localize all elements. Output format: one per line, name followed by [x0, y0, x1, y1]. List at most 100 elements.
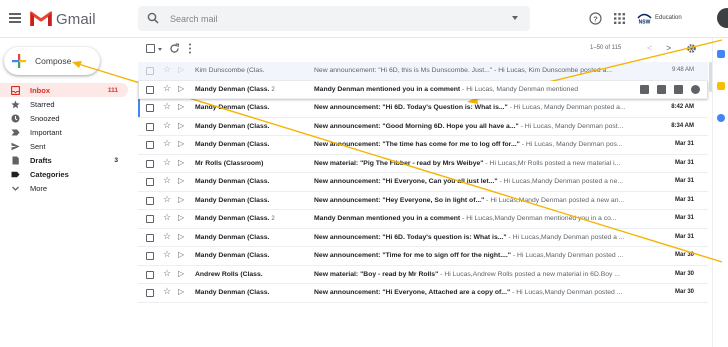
star-icon[interactable]: ☆	[163, 83, 171, 93]
older-page-button[interactable]: >	[666, 43, 671, 53]
important-marker-icon[interactable]: ▷	[178, 140, 184, 148]
email-row[interactable]: ☆ ▷ Mandy Denman (Class. New announcement: …	[138, 191, 708, 210]
sidebar-item-more[interactable]: More	[0, 181, 128, 195]
email-row[interactable]: ☆ ▷ Mandy Denman (Class. New announcement: …	[138, 117, 708, 136]
email-row[interactable]: ☆ ▷ Mandy Denman (Class. New announcement: …	[138, 228, 708, 247]
settings-gear-icon[interactable]	[686, 43, 697, 54]
important-marker-icon[interactable]: ▷	[178, 66, 184, 74]
more-options-icon[interactable]	[188, 43, 192, 54]
sidebar-item-snoozed[interactable]: Snoozed	[0, 111, 128, 125]
row-checkbox[interactable]	[146, 233, 154, 242]
tasks-icon[interactable]	[717, 114, 725, 122]
star-icon[interactable]: ☆	[163, 157, 171, 167]
sidebar-item-important[interactable]: Important	[0, 125, 128, 139]
email-row[interactable]: ☆ ▷ Mandy Denman (Class. New announcement: …	[138, 136, 708, 155]
search-options-icon[interactable]	[512, 16, 518, 20]
important-marker-icon[interactable]: ▷	[178, 121, 184, 130]
row-checkbox[interactable]	[146, 252, 154, 260]
row-checkbox[interactable]	[146, 67, 154, 75]
important-marker-icon[interactable]: ▷	[178, 214, 184, 222]
sidebar-item-sent[interactable]: Sent	[0, 139, 128, 153]
inbox-icon	[11, 85, 20, 95]
email-row[interactable]: ☆ ▷ Mandy Denman (Class. 2 Mandy Denman ment…	[138, 210, 708, 229]
row-checkbox[interactable]	[146, 141, 154, 149]
row-checkbox[interactable]	[146, 104, 154, 112]
email-snippet: - Hi Lucas, Mandy Denman posted a...	[507, 104, 626, 111]
important-marker-icon[interactable]: ▷	[178, 84, 184, 93]
email-row[interactable]: ☆ ▷ Mr Rolls (Classroom) New material: "Pig…	[138, 154, 708, 173]
snooze-icon[interactable]	[691, 84, 700, 94]
star-icon[interactable]: ☆	[163, 65, 171, 74]
important-marker-icon[interactable]: ▷	[178, 269, 184, 278]
star-icon[interactable]: ☆	[163, 194, 171, 204]
delete-icon[interactable]	[657, 84, 666, 94]
sidebar-item-label: Inbox	[30, 85, 50, 95]
svg-text:?: ?	[593, 14, 598, 23]
select-all-checkbox[interactable]	[146, 44, 155, 53]
sidebar-item-starred[interactable]: Starred	[0, 97, 128, 111]
important-marker-icon[interactable]: ▷	[178, 158, 184, 167]
important-marker-icon[interactable]: ▷	[178, 103, 184, 111]
draft-icon	[12, 156, 19, 164]
apps-grid-icon[interactable]	[614, 13, 625, 24]
search-input[interactable]	[170, 10, 490, 27]
email-date: 9:48 AM	[671, 67, 694, 73]
important-marker-icon[interactable]: ▷	[178, 288, 184, 296]
row-checkbox[interactable]	[146, 178, 154, 186]
email-sender: Mandy Denman (Class. 2	[195, 215, 295, 222]
important-marker-icon[interactable]: ▷	[178, 177, 184, 185]
star-icon[interactable]: ☆	[163, 250, 171, 259]
star-icon[interactable]: ☆	[163, 139, 171, 148]
sender-name: Mandy Denman (Class.	[195, 196, 270, 204]
email-row[interactable]: ☆ ▷ Kim Dunscombe (Clas. New announcement: …	[138, 62, 708, 81]
newer-page-button[interactable]: <	[647, 43, 652, 53]
search-icon[interactable]	[147, 12, 159, 24]
row-checkbox[interactable]	[146, 196, 154, 205]
compose-button[interactable]: Compose	[4, 47, 100, 75]
archive-icon[interactable]	[640, 84, 649, 94]
email-date: 8:42 AM	[671, 104, 694, 110]
calendar-icon[interactable]	[717, 50, 725, 58]
email-sender: Mandy Denman (Class.	[195, 104, 295, 111]
row-checkbox[interactable]	[146, 215, 154, 223]
important-marker-icon[interactable]: ▷	[178, 251, 184, 259]
row-checkbox[interactable]	[146, 270, 154, 279]
mark-read-icon[interactable]	[674, 84, 683, 94]
email-row[interactable]: ☆ ▷ Mandy Denman (Class. New announcement: …	[138, 247, 708, 266]
sidebar-nav: Inbox 111 Starred Snoozed Important Sent Draft…	[0, 83, 130, 195]
sender-name: Mandy Denman (Class.	[195, 104, 270, 111]
star-icon[interactable]: ☆	[163, 287, 171, 296]
star-icon[interactable]: ☆	[163, 102, 171, 111]
row-checkbox[interactable]	[146, 289, 154, 297]
star-icon[interactable]: ☆	[163, 213, 171, 222]
important-marker-icon[interactable]: ▷	[178, 195, 184, 204]
account-avatar[interactable]	[717, 8, 728, 28]
gmail-m-icon	[30, 11, 52, 26]
email-sender: Mandy Denman (Class.	[195, 234, 295, 241]
star-icon[interactable]: ☆	[163, 268, 171, 278]
email-row[interactable]: ☆ ▷ Mandy Denman (Class. New announcement: …	[138, 173, 708, 192]
row-checkbox[interactable]	[146, 159, 154, 168]
sidebar-item-inbox[interactable]: Inbox 111	[0, 83, 128, 97]
star-icon[interactable]: ☆	[163, 231, 171, 241]
main-menu-icon[interactable]	[9, 13, 21, 23]
refresh-icon[interactable]	[169, 43, 180, 54]
email-row[interactable]: ☆ ▷ Andrew Rolls (Class. New material: "Boy…	[138, 265, 708, 284]
star-icon[interactable]: ☆	[163, 176, 171, 185]
row-checkbox[interactable]	[146, 85, 154, 94]
gmail-logo[interactable]: Gmail	[30, 9, 96, 29]
row-checkbox[interactable]	[146, 122, 154, 131]
select-options-icon[interactable]	[158, 48, 162, 51]
email-row[interactable]: ☆ ▷ Mandy Denman (Class. New announcement: …	[138, 284, 708, 303]
email-sender: Mandy Denman (Class.	[195, 141, 295, 148]
email-row[interactable]: ☆ ▷ Mandy Denman (Class. New announcement: …	[138, 99, 708, 118]
search-bar[interactable]	[138, 6, 530, 31]
list-toolbar: 1–50 of 115 < >	[138, 39, 708, 59]
sidebar-item-categories[interactable]: Categories	[0, 167, 128, 181]
keep-icon[interactable]	[717, 82, 725, 90]
star-icon[interactable]: ☆	[163, 120, 171, 130]
email-row[interactable]: ☆ ▷ Mandy Denman (Class. 2 Mandy Denman ment…	[138, 80, 708, 99]
important-marker-icon[interactable]: ▷	[178, 232, 184, 241]
sidebar-item-drafts[interactable]: Drafts 3	[0, 153, 128, 167]
help-icon[interactable]: ?	[589, 12, 602, 25]
